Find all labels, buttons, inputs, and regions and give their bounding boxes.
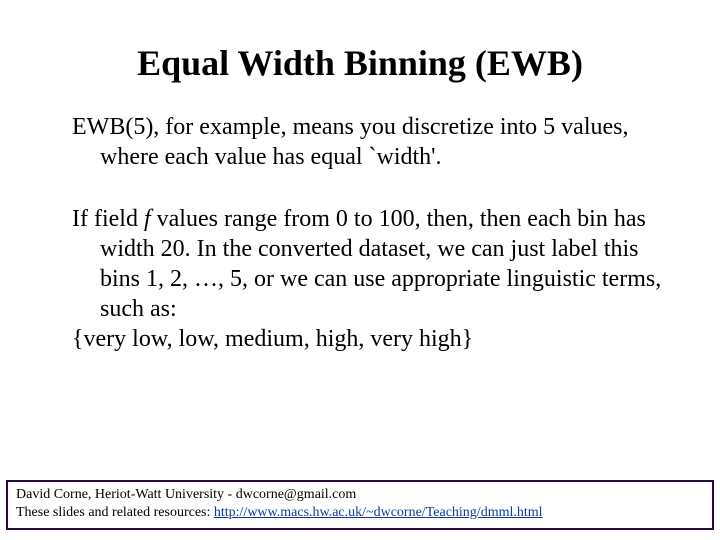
para2-variable-f: f xyxy=(144,206,151,232)
slide-body: EWB(5), for example, means you discretiz… xyxy=(0,112,720,354)
footer-box: David Corne, Heriot-Watt University - dw… xyxy=(6,480,714,530)
footer-line-2-pre: These slides and related resources: xyxy=(16,505,214,520)
paragraph-2: If field f values range from 0 to 100, t… xyxy=(50,204,670,324)
para2-post: values range from 0 to 100, then, then e… xyxy=(100,206,661,322)
footer-line-2: These slides and related resources: http… xyxy=(16,504,704,522)
paragraph-3: {very low, low, medium, high, very high} xyxy=(50,324,670,354)
para2-pre: If field xyxy=(72,206,144,232)
slide-title: Equal Width Binning (EWB) xyxy=(0,0,720,112)
footer-line-1: David Corne, Heriot-Watt University - dw… xyxy=(16,486,704,504)
footer-link[interactable]: http://www.macs.hw.ac.uk/~dwcorne/Teachi… xyxy=(214,505,543,520)
paragraph-1: EWB(5), for example, means you discretiz… xyxy=(50,112,670,172)
